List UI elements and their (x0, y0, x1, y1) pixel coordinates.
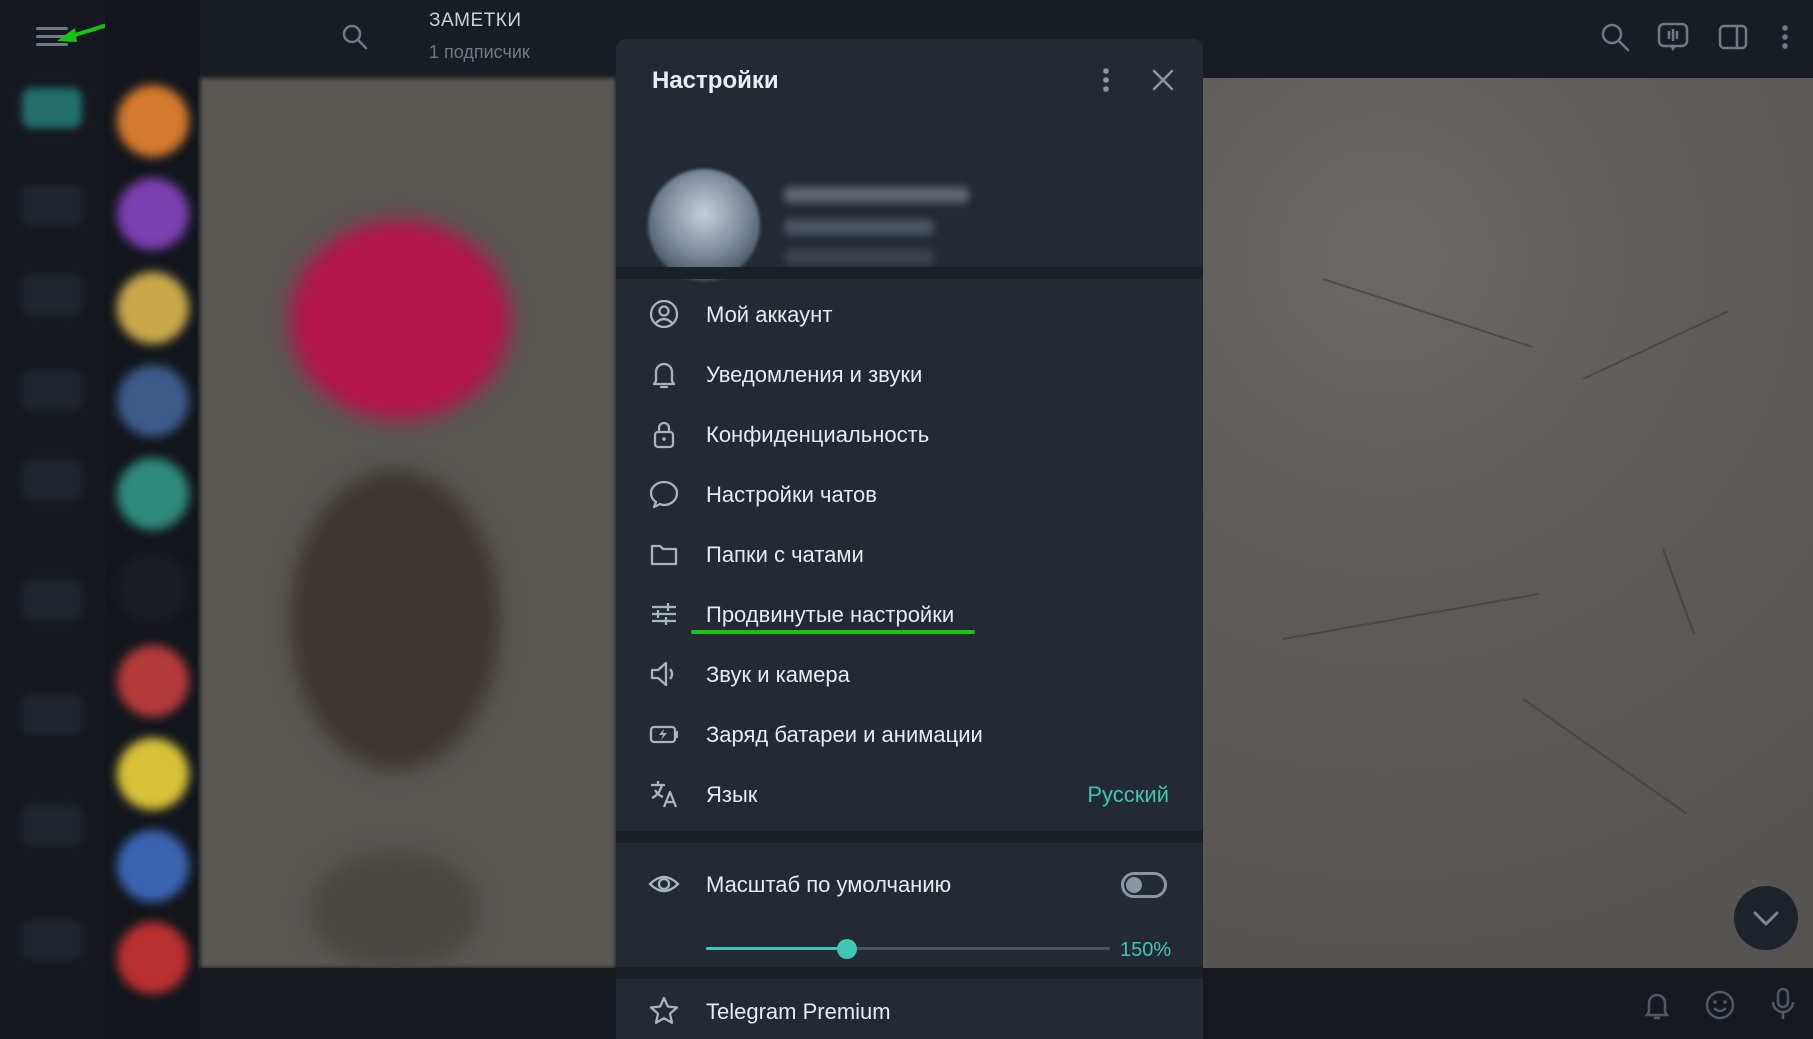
menu-item-label: Масштаб по умолчанию (706, 872, 952, 897)
menu-item-my-account[interactable]: Мой аккаунт (616, 284, 1203, 344)
folder-item[interactable] (22, 460, 82, 500)
more-vertical-icon[interactable] (1094, 63, 1118, 97)
texture-crack (1582, 310, 1729, 380)
sliders-icon (652, 603, 676, 625)
scale-value: 150% (1120, 939, 1172, 961)
star-icon (649, 996, 679, 1024)
settings-dialog: Настройки Мой аккаунт Уведомления и звук… (616, 39, 1203, 1039)
chat-avatar[interactable] (117, 458, 189, 530)
menu-item-label: Язык (706, 782, 758, 807)
close-icon[interactable] (1146, 63, 1180, 97)
folder-item[interactable] (22, 275, 82, 315)
settings-title: Настройки (652, 67, 779, 94)
section-divider (616, 967, 1203, 979)
sidebar-toggle-icon[interactable] (1716, 20, 1750, 54)
lock-icon (653, 421, 675, 449)
texture-crack (1322, 278, 1533, 348)
translate-icon (651, 781, 678, 808)
chat-avatar[interactable] (117, 85, 189, 157)
search-icon[interactable] (1598, 20, 1632, 54)
search-icon[interactable] (340, 22, 370, 52)
language-value: Русский (1087, 782, 1169, 807)
chat-title[interactable]: ЗАМЕТКИ (429, 10, 521, 32)
folder-item[interactable] (22, 370, 82, 410)
chat-avatar[interactable] (117, 365, 189, 437)
emoji-icon[interactable] (1703, 988, 1737, 1022)
menu-item-default-scale[interactable]: Масштаб по умолчанию (616, 854, 1203, 914)
profile-name-blurred (784, 187, 969, 203)
more-vertical-icon[interactable] (1768, 20, 1802, 54)
menu-item-battery-animations[interactable]: Заряд батареи и анимации (616, 704, 1203, 764)
settings-header: Настройки (616, 39, 1203, 119)
folder-item[interactable] (22, 805, 82, 845)
sticker-character (310, 850, 480, 970)
annotation-underline (691, 630, 975, 634)
menu-item-label: Продвинутые настройки (706, 602, 955, 627)
slider-fill (706, 947, 848, 950)
default-scale-toggle[interactable] (1121, 872, 1167, 898)
profile-phone-blurred (784, 219, 934, 235)
scroll-down-button[interactable] (1734, 886, 1798, 950)
folder-icon (650, 544, 678, 566)
chat-list (105, 0, 200, 1039)
folder-item[interactable] (22, 695, 82, 735)
menu-item-label: Telegram Premium (706, 999, 891, 1024)
chat-background-right (1203, 78, 1813, 968)
bell-icon[interactable] (1640, 988, 1674, 1022)
sticker-einstein (290, 470, 500, 770)
profile-username-blurred (784, 249, 934, 265)
section-divider (616, 267, 1203, 279)
menu-item-language[interactable]: Язык Русский (616, 764, 1203, 824)
chat-avatar[interactable] (117, 830, 189, 902)
menu-item-chat-folders[interactable]: Папки с чатами (616, 524, 1203, 584)
account-icon (649, 299, 679, 329)
menu-item-advanced-settings[interactable]: Продвинутые настройки (616, 584, 1203, 644)
menu-item-chat-settings[interactable]: Настройки чатов (616, 464, 1203, 524)
chat-subtitle: 1 подписчик (429, 42, 530, 62)
video-chat-icon[interactable] (1656, 20, 1690, 54)
chat-avatar[interactable] (117, 645, 189, 717)
chat-avatar[interactable] (117, 922, 189, 994)
speaker-icon (650, 661, 674, 687)
sticker-cherry (290, 220, 510, 420)
folder-item[interactable] (22, 185, 82, 225)
bell-icon (652, 362, 676, 389)
chevron-down-icon (1753, 911, 1779, 926)
toggle-knob (1126, 877, 1142, 893)
menu-item-label: Уведомления и звуки (706, 362, 923, 387)
menu-item-label: Звук и камера (706, 662, 850, 687)
menu-item-notifications[interactable]: Уведомления и звуки (616, 344, 1203, 404)
chat-bubble-icon (649, 480, 679, 509)
chat-avatar[interactable] (117, 178, 189, 250)
eye-icon (648, 875, 680, 893)
menu-item-telegram-premium[interactable]: Telegram Premium (616, 981, 1203, 1039)
texture-crack (1522, 698, 1688, 815)
folders-rail (0, 0, 145, 1039)
slider-thumb[interactable] (837, 939, 858, 959)
microphone-icon[interactable] (1766, 986, 1800, 1022)
chat-avatar[interactable] (117, 272, 189, 344)
menu-item-label: Заряд батареи и анимации (706, 722, 983, 747)
section-divider (616, 831, 1203, 843)
chat-avatar[interactable] (117, 552, 189, 624)
chat-avatar[interactable] (117, 738, 189, 810)
avatar[interactable] (648, 169, 760, 281)
battery-icon (649, 725, 678, 744)
menu-item-label: Папки с чатами (706, 542, 864, 567)
folder-item[interactable] (22, 920, 82, 960)
menu-item-label: Конфиденциальность (706, 422, 930, 447)
menu-item-label: Мой аккаунт (706, 302, 833, 327)
texture-crack (1282, 592, 1540, 640)
scale-slider[interactable] (706, 939, 1110, 959)
menu-item-privacy[interactable]: Конфиденциальность (616, 404, 1203, 464)
folder-item[interactable] (22, 88, 82, 128)
telegram-desktop-window: ЗАМЕТКИ 1 подписчик Настройки Мой аккаун… (0, 0, 1813, 1039)
folder-item[interactable] (22, 580, 82, 620)
menu-item-label: Настройки чатов (706, 482, 877, 507)
texture-crack (1662, 548, 1695, 634)
menu-item-sound-camera[interactable]: Звук и камера (616, 644, 1203, 704)
